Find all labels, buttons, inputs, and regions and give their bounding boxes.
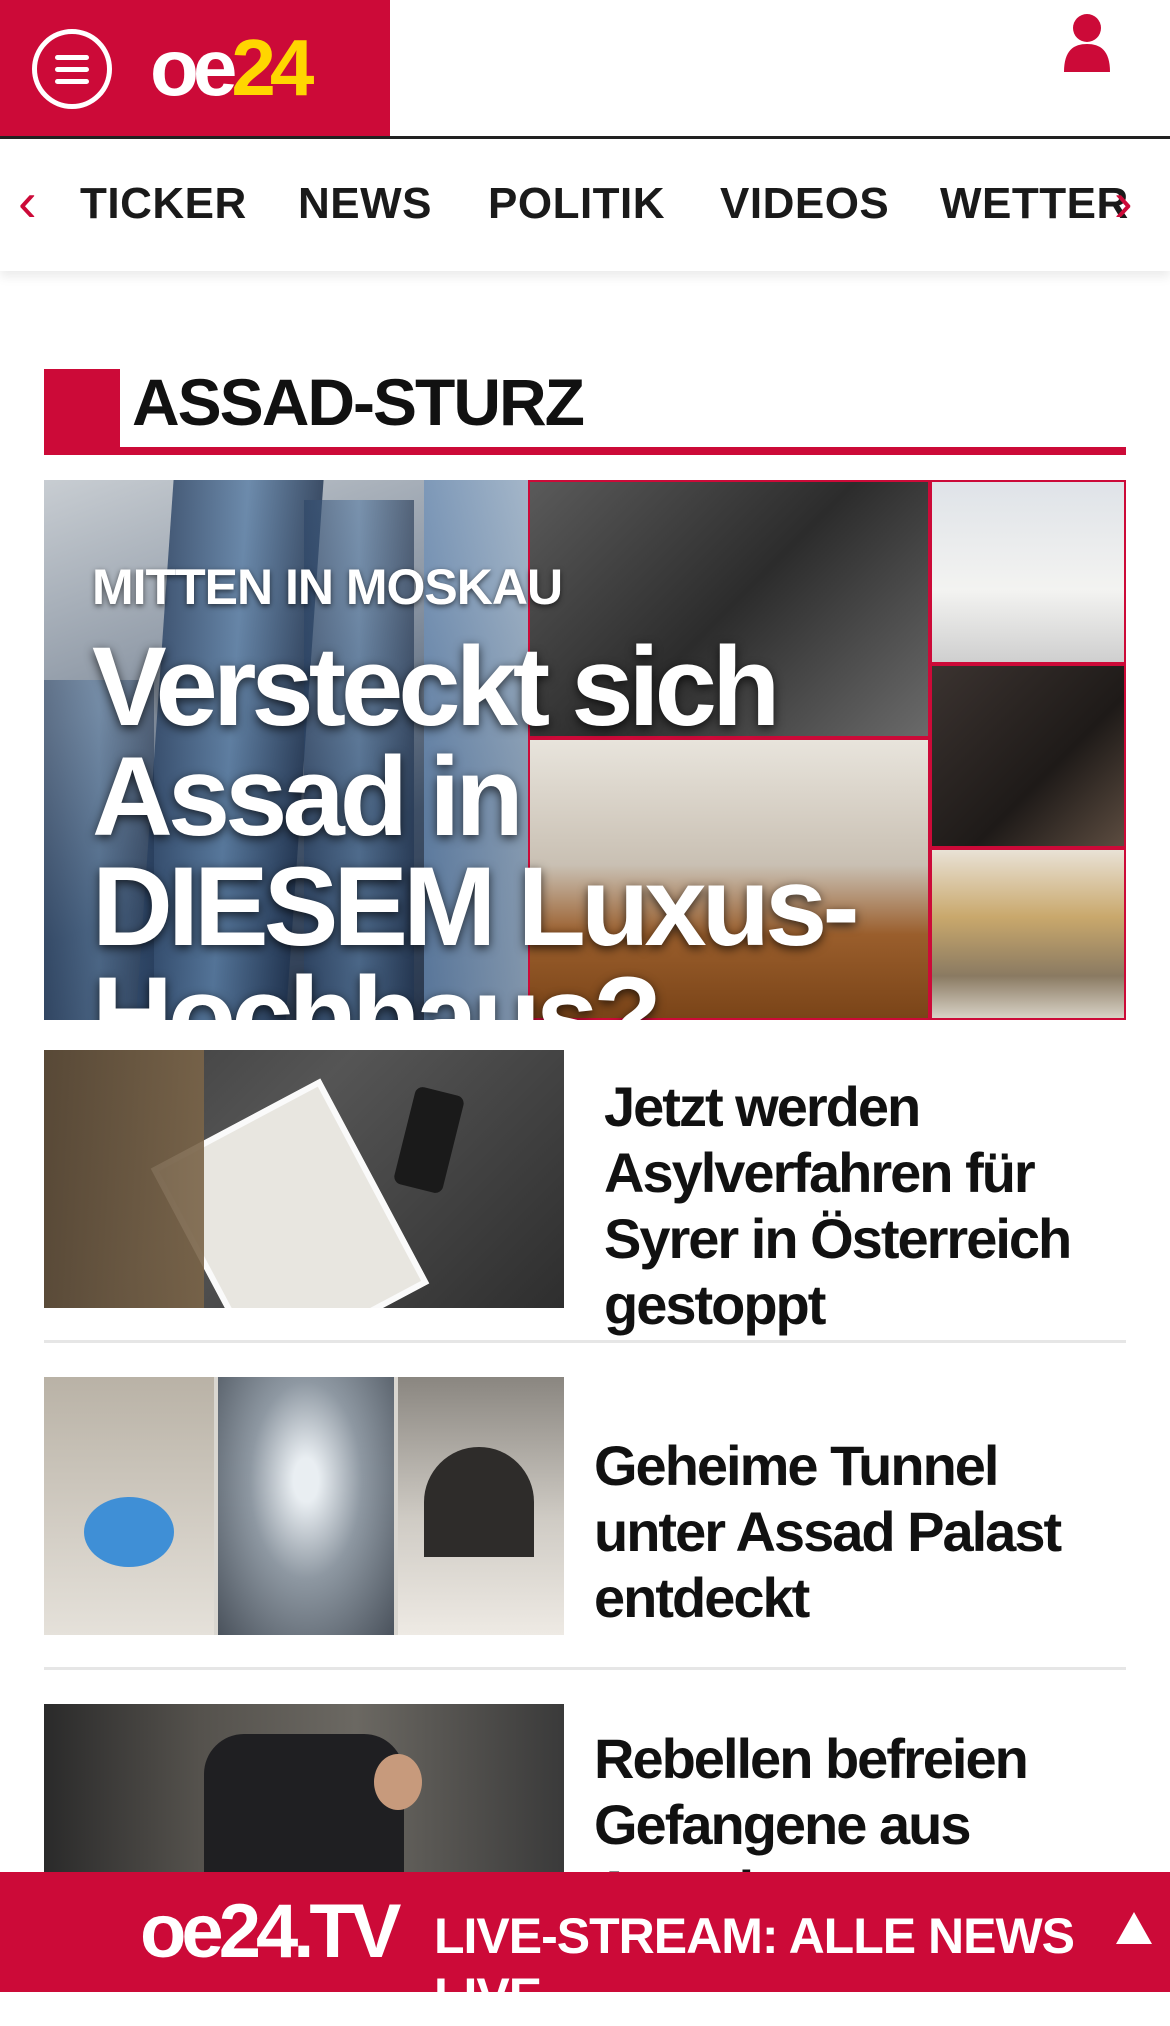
live-stream-label[interactable]: LIVE-STREAM: ALLE NEWS LIVE	[434, 1906, 1170, 2026]
oe24-tv-logo[interactable]: oe24.TV	[140, 1892, 401, 1972]
nav-item-wetter[interactable]: WETTER	[940, 179, 1129, 229]
hero-bedroom-thumb-image	[930, 848, 1126, 1020]
article-title[interactable]: Rebellen befreien Gefangene aus Assads	[594, 1726, 1124, 1872]
nav-item-politik[interactable]: POLITIK	[488, 179, 665, 229]
hero-teaser[interactable]: MITTEN IN MOSKAU Versteckt sich Assad in…	[44, 480, 1126, 1020]
article-title[interactable]: Jetzt werden Asylverfahren für Syrer in …	[604, 1074, 1124, 1338]
article-divider	[44, 1667, 1126, 1670]
hero-headline[interactable]: Versteckt sich Assad in DIESEM Luxus-Hoc…	[92, 631, 912, 1021]
section-title[interactable]: ASSAD-STURZ	[132, 360, 585, 444]
article-divider	[44, 1340, 1126, 1343]
oe24-logo[interactable]: oe24	[150, 28, 314, 108]
hamburger-menu-icon[interactable]	[32, 29, 112, 109]
live-stream-bar[interactable]: oe24.TV LIVE-STREAM: ALLE NEWS LIVE	[0, 1872, 1170, 2024]
scroll-up-arrow-icon[interactable]	[1116, 1912, 1152, 1944]
hero-bath-thumb-image	[930, 480, 1126, 664]
article-teaser[interactable]: Geheime Tunnel unter Assad Palast entdec…	[44, 1377, 1126, 1635]
article-teaser[interactable]: Jetzt werden Asylverfahren für Syrer in …	[44, 1050, 1126, 1336]
nav-next-arrow-icon[interactable]: ›	[1114, 172, 1133, 232]
brand-panel: oe24	[0, 0, 390, 138]
article-teaser[interactable]: Rebellen befreien Gefangene aus Assads	[44, 1704, 1126, 1872]
site-header: oe24	[0, 0, 1170, 139]
logo-24: 24	[231, 23, 314, 112]
section-marker	[44, 369, 120, 453]
hero-dining-thumb-image	[930, 664, 1126, 848]
article-image-prison[interactable]	[44, 1704, 564, 1872]
logo-oe: oe	[150, 23, 237, 112]
hero-kicker: MITTEN IN MOSKAU	[92, 559, 563, 615]
article-image-protest[interactable]	[44, 1050, 564, 1308]
section-underline	[44, 447, 1126, 455]
nav-prev-arrow-icon[interactable]: ‹	[18, 172, 37, 232]
article-title[interactable]: Geheime Tunnel unter Assad Palast entdec…	[594, 1433, 1124, 1631]
nav-item-ticker[interactable]: TICKER	[80, 179, 247, 229]
category-nav: ‹ TICKER NEWS POLITIK VIDEOS WETTER ›	[0, 139, 1170, 271]
article-image-tunnels[interactable]	[44, 1377, 564, 1635]
nav-item-news[interactable]: NEWS	[298, 179, 432, 229]
nav-item-videos[interactable]: VIDEOS	[720, 179, 889, 229]
user-account-icon[interactable]	[1062, 12, 1112, 72]
